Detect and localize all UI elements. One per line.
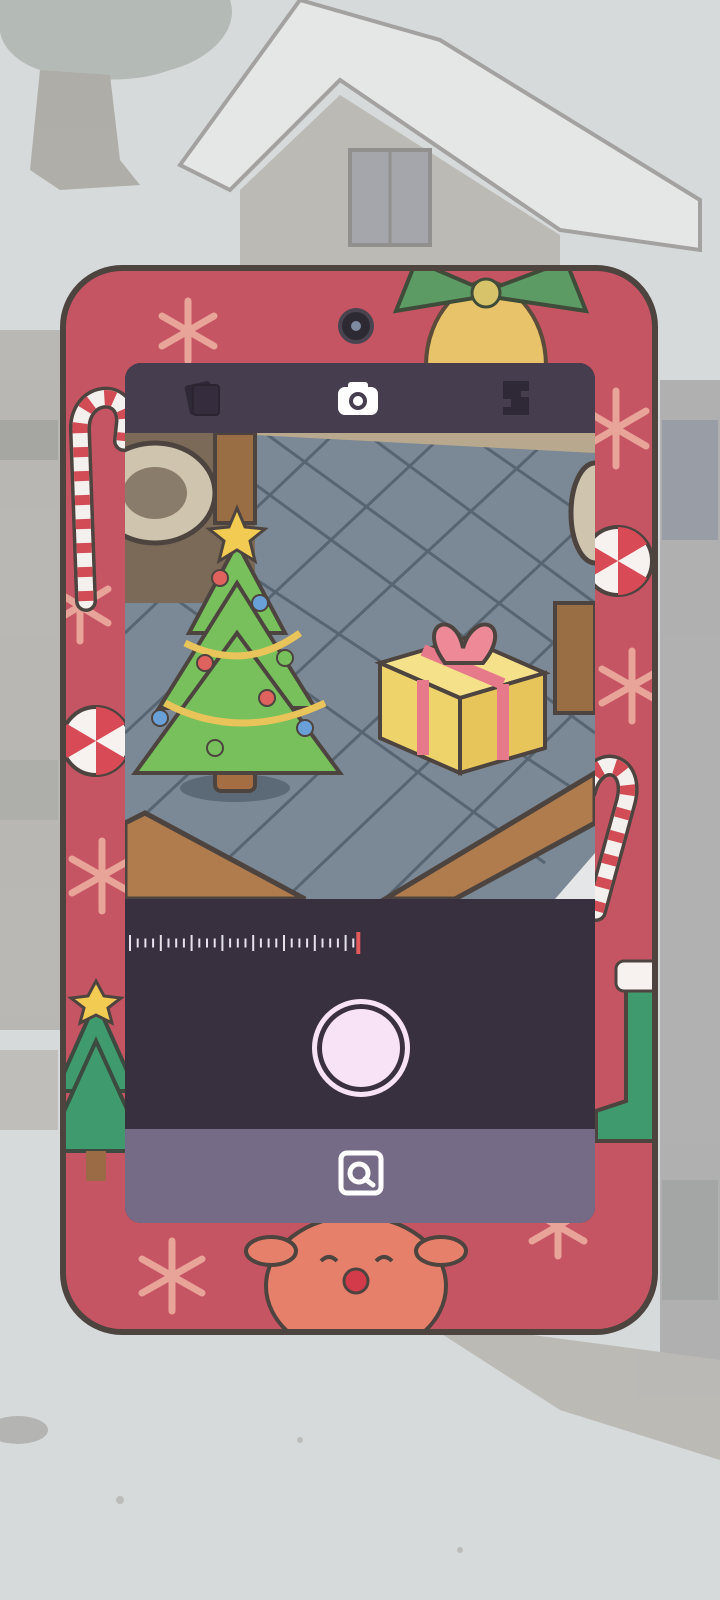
zoom-tick <box>267 938 270 948</box>
tab-album[interactable] <box>177 373 227 423</box>
tab-camera[interactable] <box>333 373 383 423</box>
stocking-icon <box>594 959 652 1143</box>
zoom-tick <box>259 938 262 948</box>
camera-icon <box>338 382 378 415</box>
zoom-marker[interactable] <box>356 932 361 954</box>
camera-screen <box>125 363 595 1223</box>
camera-bottom-bar <box>125 1129 595 1223</box>
zoom-tick <box>252 935 255 951</box>
zoom-tick <box>206 938 208 948</box>
viewfinder[interactable] <box>125 433 595 899</box>
snowflake-icon <box>138 1237 206 1315</box>
zoom-tick <box>298 938 301 948</box>
zoom-tick <box>329 938 332 948</box>
viewfinder-scene <box>125 433 595 899</box>
zoom-tick <box>175 938 178 948</box>
zoom-tick <box>236 938 239 948</box>
bell-icon <box>392 271 590 368</box>
frame-sticker-icon <box>503 381 529 415</box>
tab-frame[interactable] <box>491 373 541 423</box>
zoom-tick <box>283 935 285 951</box>
zoom-tick <box>152 938 155 948</box>
snowflake-icon <box>68 837 136 915</box>
snowflake-icon <box>598 647 652 725</box>
zoom-tick <box>306 938 309 948</box>
zoom-tick <box>190 935 193 951</box>
front-camera <box>338 308 374 344</box>
zoom-tick <box>167 938 170 948</box>
zoom-tick <box>336 938 339 948</box>
zoom-slider[interactable] <box>125 899 595 969</box>
zoom-tick <box>229 938 232 948</box>
peppermint-candy-icon <box>66 705 132 777</box>
zoom-tick <box>313 935 316 951</box>
switch-lens-button[interactable] <box>337 1149 385 1197</box>
zoom-tick <box>275 938 278 948</box>
switch-lens-icon <box>338 1150 384 1196</box>
zoom-tick <box>352 938 355 948</box>
zoom-tick <box>321 938 324 948</box>
zoom-tick <box>244 938 247 948</box>
zoom-tick <box>182 938 185 948</box>
zoom-tick <box>213 938 216 948</box>
camera-tab-bar <box>125 363 595 433</box>
zoom-tick <box>290 938 293 948</box>
phone-device <box>60 265 658 1335</box>
zoom-tick <box>136 938 139 948</box>
shutter-button[interactable] <box>312 999 410 1097</box>
candy-cane-icon <box>69 386 138 612</box>
photo-album-icon <box>184 381 220 416</box>
shutter-area <box>125 969 595 1129</box>
zoom-tick <box>198 938 201 948</box>
snowflake-icon <box>158 297 218 365</box>
background-left-wall <box>0 330 60 1130</box>
snowflake-icon <box>582 387 650 470</box>
zoom-tick <box>144 938 147 948</box>
zoom-tick <box>344 935 347 951</box>
zoom-ruler <box>129 932 361 954</box>
zoom-tick <box>129 935 131 951</box>
zoom-tick <box>159 935 162 951</box>
zoom-tick <box>221 935 224 951</box>
